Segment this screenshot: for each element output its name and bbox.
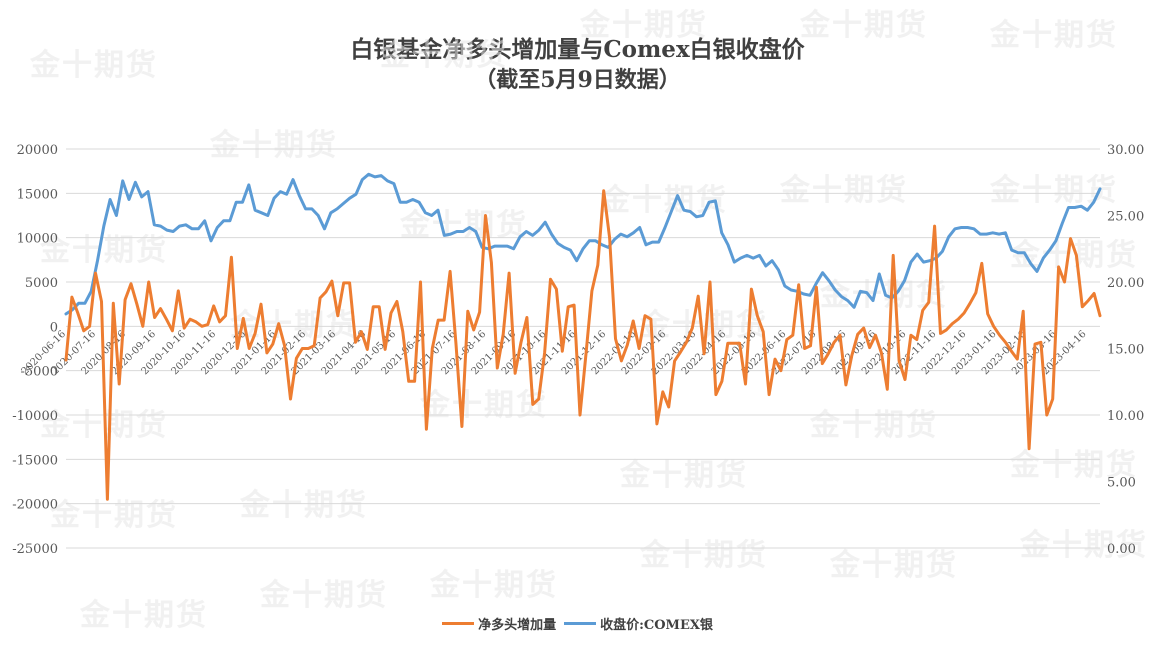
right-y-axis-ticks: 30.00 25.00 20.00 15.00 10.00 5.00 0.00 [1107,143,1144,557]
right-y-tick-label: 0.00 [1107,542,1136,557]
legend-swatch-blue [564,622,597,625]
series-line-comex-silver-close [64,172,1102,316]
right-y-tick-label: 20.00 [1107,276,1144,291]
right-y-tick-label: 30.00 [1107,143,1144,158]
left-y-tick-label: -10000 [12,409,58,424]
left-y-tick-label: -25000 [12,542,58,557]
left-y-tick-label: 15000 [17,187,58,202]
series-lines [64,172,1102,501]
left-y-tick-label: -15000 [12,453,58,468]
legend-label-comex-silver: 收盘价:COMEX银 [600,618,713,633]
legend-item-net-long[interactable]: 净多头增加量 [442,614,556,633]
left-y-tick-label: -20000 [12,498,58,513]
left-y-tick-label: 20000 [17,143,58,158]
x-axis-tick-labels: 2020-06-162020-07-162020-08-162020-09-16… [20,329,1089,378]
right-y-tick-label: 15.00 [1107,343,1144,358]
legend: 净多头增加量 收盘价:COMEX银 [0,614,1155,633]
right-y-tick-label: 10.00 [1107,409,1144,424]
right-y-tick-label: 5.00 [1107,476,1136,491]
legend-item-comex-silver[interactable]: 收盘价:COMEX银 [564,614,713,633]
dual-axis-line-chart: 20000150001000050000-5000-10000-15000-20… [12,143,1144,557]
legend-label-net-long: 净多头增加量 [478,618,557,633]
left-y-tick-label: 10000 [17,232,58,247]
left-y-tick-label: 5000 [25,276,58,291]
legend-swatch-orange [442,622,475,625]
right-y-tick-label: 25.00 [1107,210,1144,225]
